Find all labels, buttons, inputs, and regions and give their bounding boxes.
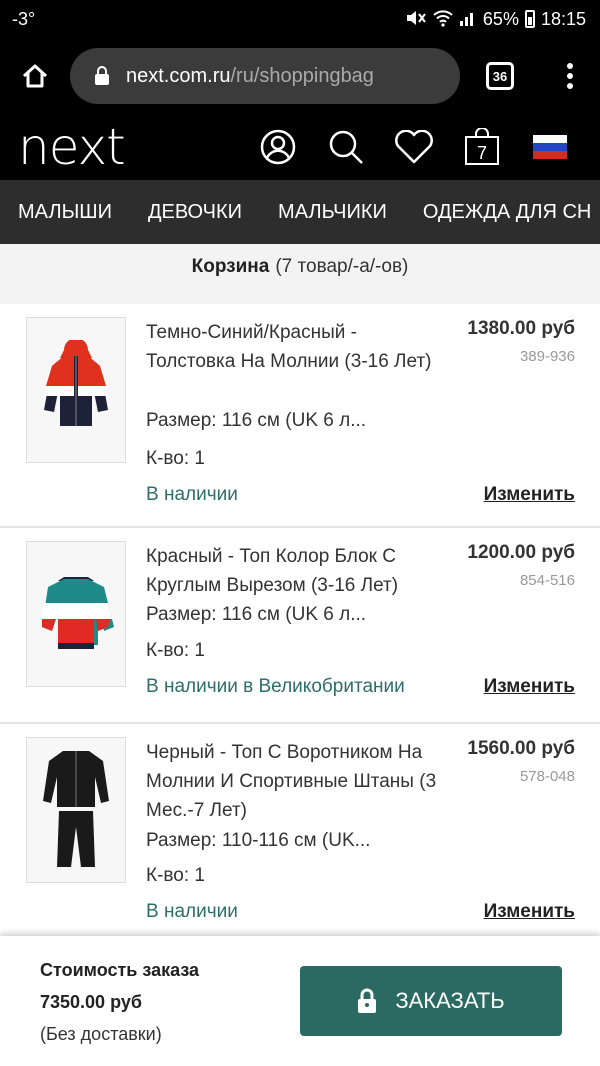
product-code: 578-048 xyxy=(519,768,575,785)
product-qty: К-во: 1 xyxy=(146,865,205,886)
category-boys[interactable]: МАЛЬЧИКИ xyxy=(260,201,405,224)
search-icon xyxy=(329,130,363,164)
home-button[interactable] xyxy=(0,38,70,114)
product-code: 389-936 xyxy=(519,348,575,365)
lock-icon xyxy=(95,66,109,85)
padlock-icon xyxy=(358,988,377,1013)
order-total-label: Стоимость заказа xyxy=(40,960,200,980)
stock-status: В наличии xyxy=(146,484,238,505)
more-icon xyxy=(567,63,573,89)
bag-title: Корзина xyxy=(191,256,270,277)
product-image[interactable] xyxy=(26,541,126,687)
tabs-button[interactable]: 36 xyxy=(460,38,540,114)
bag-items: Темно-Синий/Красный - Толстовка На Молни… xyxy=(0,304,600,936)
search-button[interactable] xyxy=(312,114,380,180)
product-price: 1560.00 руб xyxy=(467,738,575,759)
checkout-label: ЗАКАЗАТЬ xyxy=(395,988,505,1013)
product-image[interactable] xyxy=(26,317,126,463)
site-logo[interactable]: next xyxy=(18,122,126,172)
bag-button[interactable]: 7 xyxy=(448,114,516,180)
stock-status: В наличии в Великобритании xyxy=(146,676,405,697)
country-selector[interactable] xyxy=(516,114,584,180)
product-title[interactable]: Черный - Топ С Воротником На Молнии И Сп… xyxy=(146,738,446,825)
product-size: Размер: 116 см (UK 6 л... xyxy=(146,410,367,431)
bag-count: 7 xyxy=(477,143,487,163)
checkout-button[interactable]: ЗАКАЗАТЬ xyxy=(300,966,562,1036)
stock-status: В наличии xyxy=(146,901,238,922)
bag-item: Красный - Топ Колор Блок С Круглым Вырез… xyxy=(0,528,600,724)
product-title[interactable]: Темно-Синий/Красный - Толстовка На Молни… xyxy=(146,318,446,376)
battery-icon xyxy=(524,10,535,28)
bag-item: Черный - Топ С Воротником На Молнии И Сп… xyxy=(0,724,600,936)
heart-icon xyxy=(395,130,433,164)
edit-link[interactable]: Изменить xyxy=(484,676,575,698)
tab-count: 36 xyxy=(492,68,508,84)
delivery-note: (Без доставки) xyxy=(40,1024,162,1044)
product-code: 854-516 xyxy=(519,572,575,589)
header-icons: 7 xyxy=(244,114,584,180)
home-icon xyxy=(22,64,48,88)
product-image[interactable] xyxy=(26,737,126,883)
clock: 18:15 xyxy=(540,8,586,29)
product-price: 1380.00 руб xyxy=(467,318,575,339)
url-path: /ru/shoppingbag xyxy=(230,64,374,87)
browser-toolbar: next.com.ru/ru/shoppingbag 36 xyxy=(0,38,600,114)
product-size: Размер: 110-116 см (UK... xyxy=(146,830,371,851)
status-icons: 65% 18:15 xyxy=(405,9,586,30)
product-title[interactable]: Красный - Топ Колор Блок С Круглым Вырез… xyxy=(146,542,446,600)
product-price: 1200.00 руб xyxy=(467,542,575,563)
edit-link[interactable]: Изменить xyxy=(484,901,575,923)
product-size: Размер: 116 см (UK 6 л... xyxy=(146,604,367,625)
wishlist-button[interactable] xyxy=(380,114,448,180)
russia-flag-icon xyxy=(533,135,567,159)
tabs-icon: 36 xyxy=(486,62,514,90)
category-clothing[interactable]: ОДЕЖДА ДЛЯ СН xyxy=(405,201,600,224)
temperature: -3° xyxy=(12,8,36,29)
bag-item: Темно-Синий/Красный - Толстовка На Молни… xyxy=(0,304,600,528)
edit-link[interactable]: Изменить xyxy=(484,484,575,506)
url-host: next.com.ru xyxy=(126,64,231,87)
account-button[interactable] xyxy=(244,114,312,180)
account-icon xyxy=(260,129,296,165)
category-nav: МАЛЫШИ ДЕВОЧКИ МАЛЬЧИКИ ОДЕЖДА ДЛЯ СН xyxy=(0,180,600,244)
bag-header: Корзина (7 товар/-а/-ов) xyxy=(0,244,600,290)
url-bar[interactable]: next.com.ru/ru/shoppingbag xyxy=(70,48,460,104)
signal-icon xyxy=(459,9,477,30)
battery-percent: 65% xyxy=(482,8,519,29)
bag-icon: 7 xyxy=(465,128,499,165)
category-babies[interactable]: МАЛЫШИ xyxy=(0,201,130,224)
product-qty: К-во: 1 xyxy=(146,448,205,469)
category-girls[interactable]: ДЕВОЧКИ xyxy=(130,201,260,224)
site-header: next 7 xyxy=(0,114,600,180)
bag-count-text: (7 товар/-а/-ов) xyxy=(275,256,409,277)
wifi-icon xyxy=(433,9,453,30)
status-bar: -3° 65% 18:15 xyxy=(0,0,600,38)
browser-menu-button[interactable] xyxy=(540,38,600,114)
order-total-amount: 7350.00 руб xyxy=(40,992,142,1012)
separator xyxy=(0,290,600,304)
product-qty: К-во: 1 xyxy=(146,640,205,661)
order-summary-bar: Стоимость заказа 7350.00 руб (Без достав… xyxy=(0,936,600,1066)
mute-icon xyxy=(405,9,427,30)
